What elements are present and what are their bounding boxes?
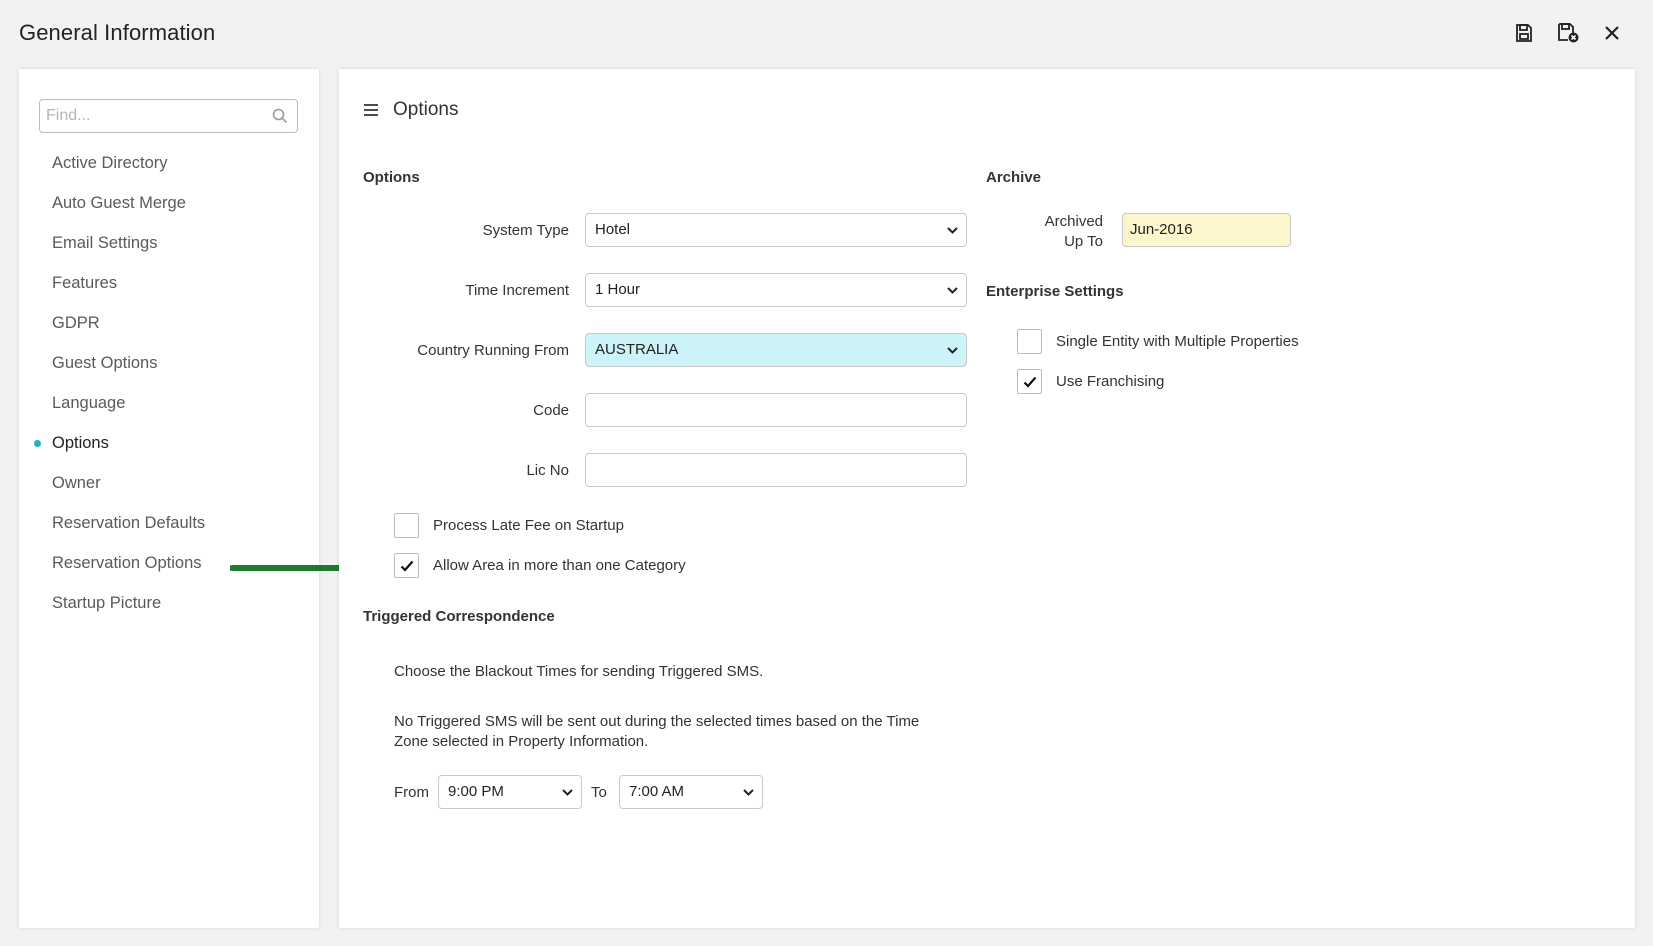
search-box[interactable] [39,99,298,133]
to-label: To [591,784,607,801]
allow-area-label: Allow Area in more than one Category [433,557,686,574]
chevron-down-icon [947,226,958,234]
search-icon [272,108,288,124]
sidebar-item-label: Options [52,434,109,452]
archived-up-to-label-line-1: Archived [1044,213,1103,230]
sidebar-item-owner[interactable]: Owner [19,463,319,503]
single-entity-row: Single Entity with Multiple Properties [1017,329,1299,354]
from-time-select[interactable]: 9:00 PM [438,775,582,809]
close-button[interactable] [1599,20,1625,46]
triggered-description-2: No Triggered SMS will be sent out during… [394,713,920,750]
system-type-label: System Type [482,222,569,239]
sidebar-item-language[interactable]: Language [19,383,319,423]
close-icon [1605,26,1619,40]
sidebar-item-label: Features [52,274,118,292]
checkmark-icon [400,560,413,572]
system-type-value: Hotel [595,221,631,238]
sidebar-item-auto-guest-merge[interactable]: Auto Guest Merge [19,183,319,223]
lic-no-label: Lic No [526,462,569,479]
use-franchising-label: Use Franchising [1056,373,1165,390]
page-header: Options [363,99,458,121]
chevron-down-icon [947,346,958,354]
process-late-fee-row: Process Late Fee on Startup [394,513,624,538]
sidebar-nav: Active Directory Auto Guest Merge Email … [19,143,319,623]
to-time-value: 7:00 AM [629,783,685,800]
section-title-archive: Archive [986,169,1042,186]
lic-no-input[interactable] [585,453,967,487]
from-time-value: 9:00 PM [448,783,504,800]
sidebar-item-gdpr[interactable]: GDPR [19,303,319,343]
single-entity-checkbox[interactable] [1017,329,1042,354]
process-late-fee-checkbox[interactable] [394,513,419,538]
section-title-options: Options [363,169,420,186]
main-panel: Options Options System Type Hotel Time I… [339,69,1635,928]
use-franchising-checkbox[interactable] [1017,369,1042,394]
process-late-fee-label: Process Late Fee on Startup [433,517,624,534]
sidebar-item-label: Guest Options [52,354,158,372]
sidebar-item-label: Reservation Defaults [52,514,206,532]
system-type-select[interactable]: Hotel [585,213,967,247]
save-icon [1516,24,1532,42]
sidebar-item-label: Startup Picture [52,594,162,612]
chevron-down-icon [562,788,573,796]
save-button[interactable] [1511,20,1537,46]
sidebar-item-options[interactable]: Options [19,423,319,463]
time-increment-select[interactable]: 1 Hour [585,273,967,307]
from-label: From [394,784,429,801]
page-title: Options [393,99,459,120]
sidebar-item-guest-options[interactable]: Guest Options [19,343,319,383]
sidebar-item-label: Reservation Options [52,554,202,572]
active-indicator-dot [34,440,41,447]
sidebar-item-label: Auto Guest Merge [52,194,186,212]
to-time-select[interactable]: 7:00 AM [619,775,763,809]
section-title-enterprise: Enterprise Settings [986,283,1124,300]
sidebar-item-active-directory[interactable]: Active Directory [19,143,319,183]
save-and-close-button[interactable] [1555,20,1581,46]
use-franchising-row: Use Franchising [1017,369,1164,394]
search-input[interactable] [40,100,260,132]
sidebar-item-features[interactable]: Features [19,263,319,303]
window-actions [1511,20,1625,46]
checkmark-icon [1023,376,1036,388]
code-label: Code [533,402,569,419]
sidebar-item-label: Active Directory [52,154,168,172]
window-title: General Information [19,20,216,45]
save-close-icon [1558,23,1579,43]
allow-area-row: Allow Area in more than one Category [394,553,686,578]
sidebar: Active Directory Auto Guest Merge Email … [19,69,319,928]
code-input[interactable] [585,393,967,427]
sidebar-item-label: Language [52,394,126,412]
allow-area-checkbox[interactable] [394,553,419,578]
archived-up-to-label-line-2: Up To [1064,233,1103,250]
triggered-description-1: Choose the Blackout Times for sending Tr… [394,663,764,680]
country-value: AUSTRALIA [595,341,679,358]
chevron-down-icon [947,286,958,294]
sidebar-item-label: Email Settings [52,234,158,252]
country-select[interactable]: AUSTRALIA [585,333,967,367]
country-label: Country Running From [417,342,569,359]
sidebar-item-reservation-defaults[interactable]: Reservation Defaults [19,503,319,543]
time-increment-label: Time Increment [465,282,569,299]
sidebar-item-label: GDPR [52,314,100,332]
menu-icon[interactable] [363,103,379,117]
sidebar-item-startup-picture[interactable]: Startup Picture [19,583,319,623]
sidebar-item-email-settings[interactable]: Email Settings [19,223,319,263]
time-increment-value: 1 Hour [595,281,641,298]
archived-up-to-input[interactable]: Jun-2016 [1122,213,1291,247]
archived-up-to-label: Archived Up To [1009,212,1103,252]
sidebar-item-label: Owner [52,474,101,492]
single-entity-label: Single Entity with Multiple Properties [1056,333,1299,350]
section-title-triggered: Triggered Correspondence [363,608,555,625]
chevron-down-icon [743,788,754,796]
